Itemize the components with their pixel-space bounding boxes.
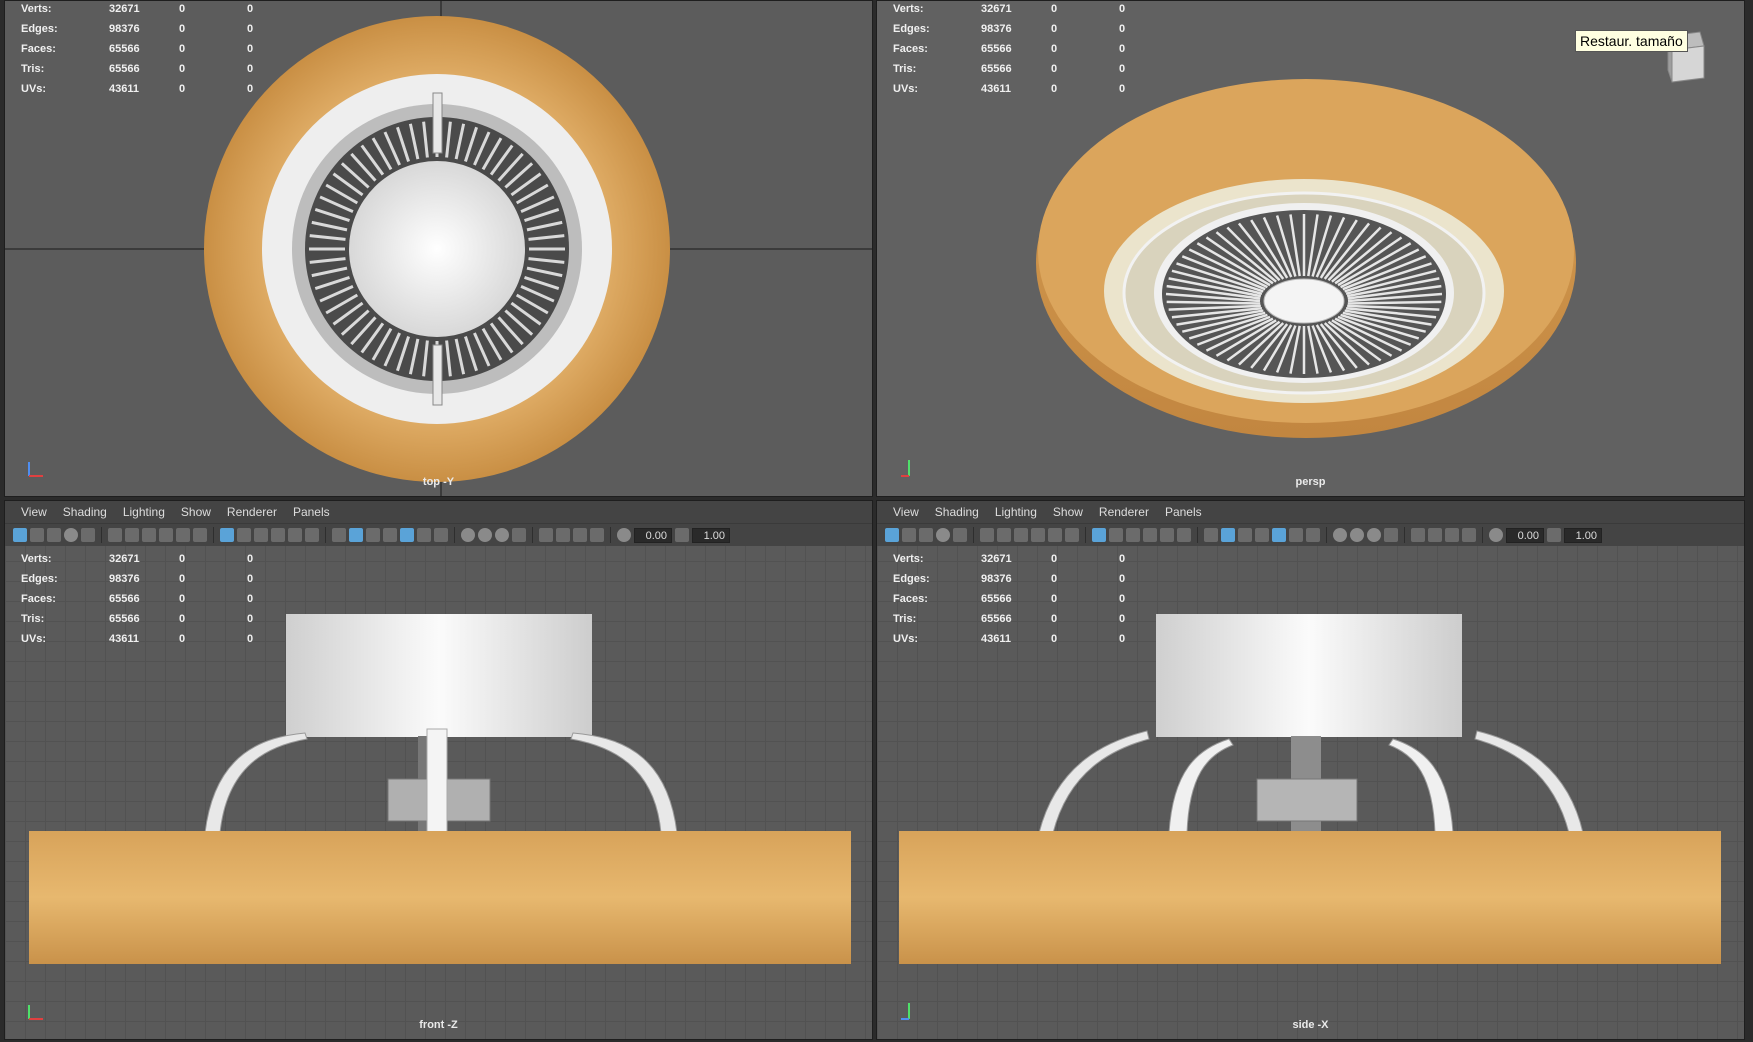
camera-label: persp — [1295, 476, 1326, 488]
viewport-top[interactable]: Verts: 32671 0 0 Edges: 98376 0 0 Faces: 65566 0… — [4, 0, 873, 497]
top-view-model — [5, 1, 872, 496]
viewport-side[interactable]: View Shading Lighting Show Renderer Pane… — [876, 500, 1745, 1040]
viewport-front[interactable]: View Shading Lighting Show Renderer Pane… — [4, 500, 873, 1040]
front-view-model — [29, 614, 851, 964]
camera-label: front -Z — [419, 1019, 458, 1031]
fan-slat — [1166, 300, 1261, 305]
viewport-persp[interactable]: Verts: 32671 0 0 Edges: 98376 0 0 Faces: 65566 0… — [876, 0, 1745, 497]
persp-view-model — [1036, 79, 1576, 438]
restore-size-tooltip: Restaur. tamaño — [1575, 30, 1688, 52]
side-view-model — [899, 614, 1721, 964]
camera-label: top -Y — [422, 476, 455, 488]
fan-slat — [1347, 300, 1442, 305]
maya-workspace: Verts: 32671 0 0 Edges: 98376 0 0 Faces: 65566 0… — [0, 0, 1753, 1042]
camera-label: side -X — [1292, 1019, 1329, 1031]
